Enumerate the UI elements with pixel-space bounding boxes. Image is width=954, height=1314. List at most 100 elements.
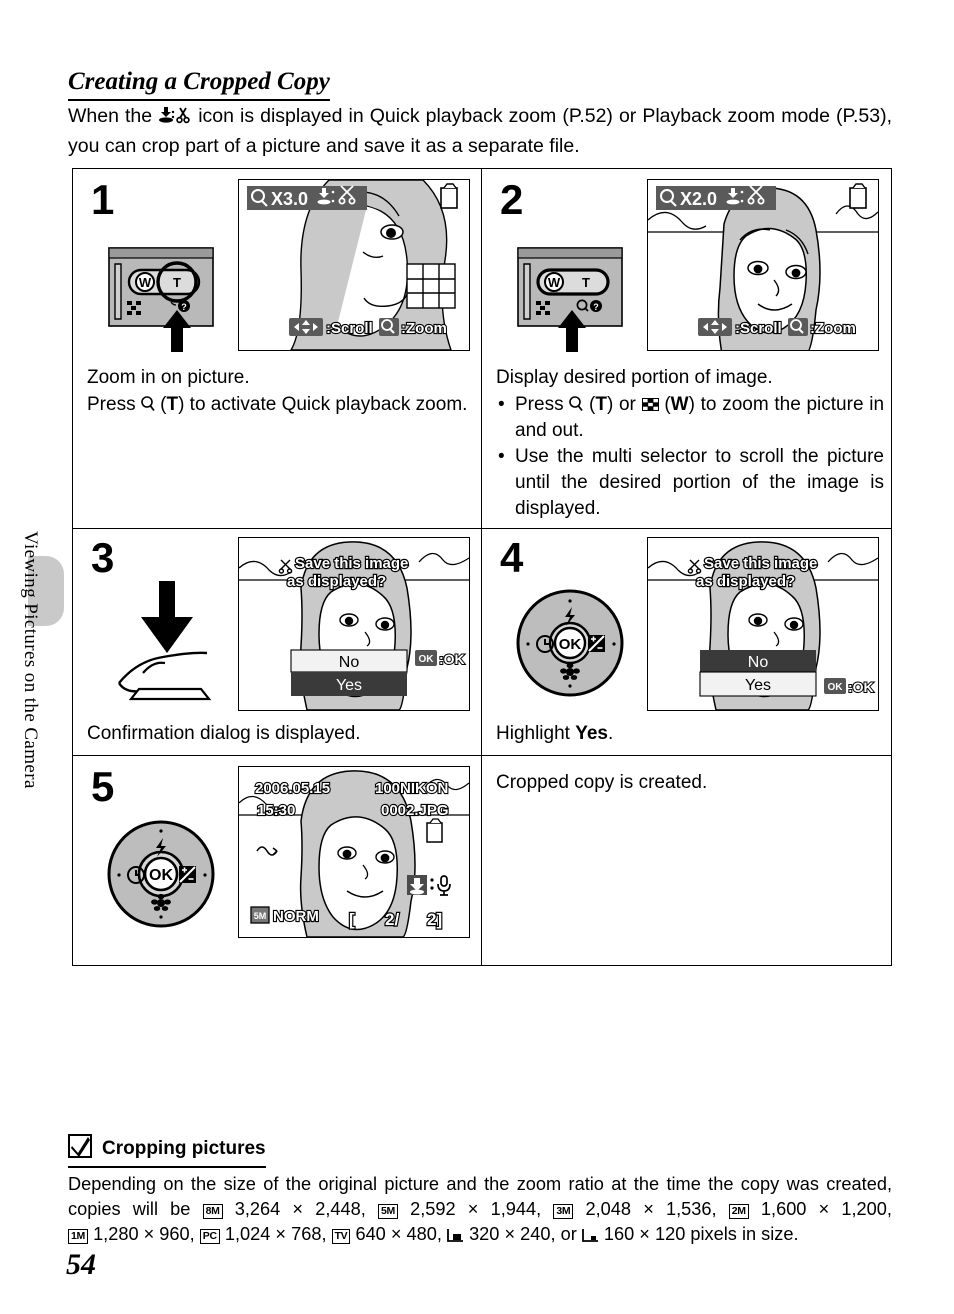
step-1-cell: 1 W T ? X3.0:Scroll:Zoom Zoom in on pi… — [73, 169, 482, 529]
svg-text:?: ? — [593, 302, 599, 312]
page-number: 54 — [66, 1248, 96, 1281]
list-item: Press (T) or — [496, 392, 884, 444]
step-3-number: 3 — [91, 533, 115, 581]
intro-text-before: When the — [68, 105, 153, 127]
note-or: or — [560, 1224, 577, 1244]
svg-text::Zoom: :Zoom — [810, 320, 856, 337]
size-entry-2: 3M 2,048 × 1,536, — [553, 1199, 717, 1219]
svg-text:2006.05.15: 2006.05.15 — [255, 780, 330, 797]
size-icon-320 — [447, 1224, 464, 1244]
intro-paragraph: When the icon is displayed in Quick play… — [68, 102, 892, 160]
step-3-lcd: Save this image as displayed? No Yes OK … — [238, 536, 470, 711]
bullet1-text-a: Press — [515, 394, 564, 415]
step-5-number: 5 — [91, 763, 115, 811]
step-2-lcd: X2.0:Scroll:Zoom — [647, 179, 879, 351]
svg-text:T: T — [582, 275, 590, 290]
step-2-cell: 2 W T ? X2.0:Scroll:Zoom Display desir… — [482, 169, 891, 529]
step-5-caption-cell: Cropped copy is created. — [482, 756, 891, 965]
step-5-lcd: 2006.05.15 15:30 100NIKON 0002.JPG 5M NO… — [238, 766, 470, 939]
step-4-cell: 4 OK Save this image as displayed? No Ye… — [482, 529, 891, 757]
step-1-caption: Zoom in on picture. Press (T) to activat… — [87, 365, 469, 418]
multi-selector-dial-step5: OK — [105, 818, 217, 935]
svg-text:5M: 5M — [254, 911, 267, 921]
svg-text:Save this image: Save this image — [295, 555, 408, 572]
step-3-cell: 3 Save this image as displayed? No Yes O… — [73, 528, 482, 757]
page-title: Creating a Cropped Copy — [68, 68, 330, 101]
svg-text::OK: :OK — [439, 651, 465, 667]
note-heading: Cropping pictures — [68, 1134, 266, 1168]
step-2-caption: Display desired portion of image. Press … — [496, 365, 884, 522]
svg-text:100NIKON: 100NIKON — [375, 780, 448, 797]
svg-text:2]: 2] — [427, 910, 442, 929]
svg-text::Scroll: :Scroll — [735, 320, 782, 337]
size-entry-6: TV 640 × 480, — [331, 1224, 442, 1244]
size-value: 640 × 480 — [355, 1224, 437, 1244]
size-badge: 1M — [68, 1229, 88, 1244]
manual-page: Viewing Pictures on the Camera Creating … — [0, 0, 954, 1314]
size-icon-160 — [581, 1224, 599, 1244]
svg-text:as displayed?: as displayed? — [287, 573, 386, 590]
svg-text:15:30: 15:30 — [257, 802, 295, 819]
svg-text:Yes: Yes — [336, 677, 362, 694]
step-4-caption-a: Highlight — [496, 722, 570, 744]
step-2-caption-lead: Display desired portion of image. — [496, 367, 773, 388]
size-value: 3,264 × 2,448 — [234, 1199, 361, 1219]
size-entry-1: 5M 2,592 × 1,944, — [377, 1199, 541, 1219]
svg-text:OK: OK — [149, 867, 173, 884]
steps-grid: 1 W T ? X3.0:Scroll:Zoom Zoom in on pi… — [72, 168, 892, 966]
thumbnail-icon — [641, 394, 665, 415]
svg-text:Save this image: Save this image — [704, 555, 817, 572]
step-1-key: T — [166, 394, 179, 415]
size-value: 2,592 × 1,944 — [410, 1199, 537, 1219]
svg-text:OK: OK — [559, 636, 582, 653]
svg-text::Scroll: :Scroll — [326, 320, 373, 337]
press-down-finger-icon — [101, 577, 229, 710]
svg-text:W: W — [548, 275, 561, 290]
svg-text:X3.0: X3.0 — [271, 189, 308, 209]
step-1-caption-lead: Zoom in on picture. — [87, 367, 250, 388]
size-value: 1,280 × 960 — [93, 1224, 190, 1244]
multi-selector-dial-step4: OK — [514, 587, 626, 704]
step-5-caption: Cropped copy is created. — [496, 772, 708, 794]
step-4-caption-bold: Yes — [575, 722, 608, 744]
step-2-bullet-list: Press (T) or — [496, 392, 884, 522]
zoom-rocker-step2: W T ? — [514, 244, 634, 359]
size-entry-7: 320 × 240, — [447, 1224, 556, 1244]
step-4-caption: Highlight Yes. — [496, 721, 878, 747]
svg-text:as displayed?: as displayed? — [696, 573, 795, 590]
size-badge: 2M — [728, 1204, 749, 1219]
size-entry-3: 2M 1,600 × 1,200, — [728, 1199, 892, 1219]
step-2-number: 2 — [500, 176, 524, 223]
svg-text:NORM: NORM — [273, 908, 319, 925]
size-value: 320 × 240 — [469, 1224, 551, 1244]
chapter-label: Viewing Pictures on the Camera — [20, 531, 41, 789]
size-badge: 5M — [377, 1204, 398, 1219]
step-3-caption: Confirmation dialog is displayed. — [87, 722, 361, 744]
svg-text:Yes: Yes — [745, 677, 771, 694]
step-1-number: 1 — [91, 176, 115, 223]
size-entry-5: PC 1,024 × 768, — [199, 1224, 327, 1244]
size-entry-4: 1M 1,280 × 960, — [68, 1224, 195, 1244]
svg-text:T: T — [173, 275, 181, 290]
list-item: Use the multi selector to scroll the pic… — [496, 444, 884, 522]
svg-text:W: W — [139, 275, 152, 290]
svg-text:2/: 2/ — [385, 910, 399, 929]
size-value: 1,600 × 1,200 — [760, 1199, 887, 1219]
step-1-caption-tail: ) to activate Quick playback zoom. — [178, 394, 468, 415]
bullet1-key-w: W — [670, 394, 689, 415]
size-value: 1,024 × 768 — [224, 1224, 322, 1244]
checkmark-icon — [68, 1134, 92, 1164]
size-badge: PC — [199, 1229, 220, 1244]
magnifier-icon — [141, 394, 160, 415]
svg-text:X2.0: X2.0 — [680, 189, 717, 209]
note-title: Cropping pictures — [102, 1138, 266, 1159]
svg-text:OK: OK — [828, 682, 844, 693]
bullet1-key-t: T — [595, 394, 607, 415]
bullet1-text-c: ) or — [606, 394, 636, 415]
note-body: Depending on the size of the original pi… — [68, 1172, 892, 1247]
size-value: 160 × 120 — [603, 1224, 686, 1244]
note-tail: pixels in size. — [690, 1224, 799, 1244]
svg-text:No: No — [339, 654, 360, 671]
step-4-caption-b: . — [607, 722, 614, 744]
svg-text:No: No — [748, 654, 769, 671]
